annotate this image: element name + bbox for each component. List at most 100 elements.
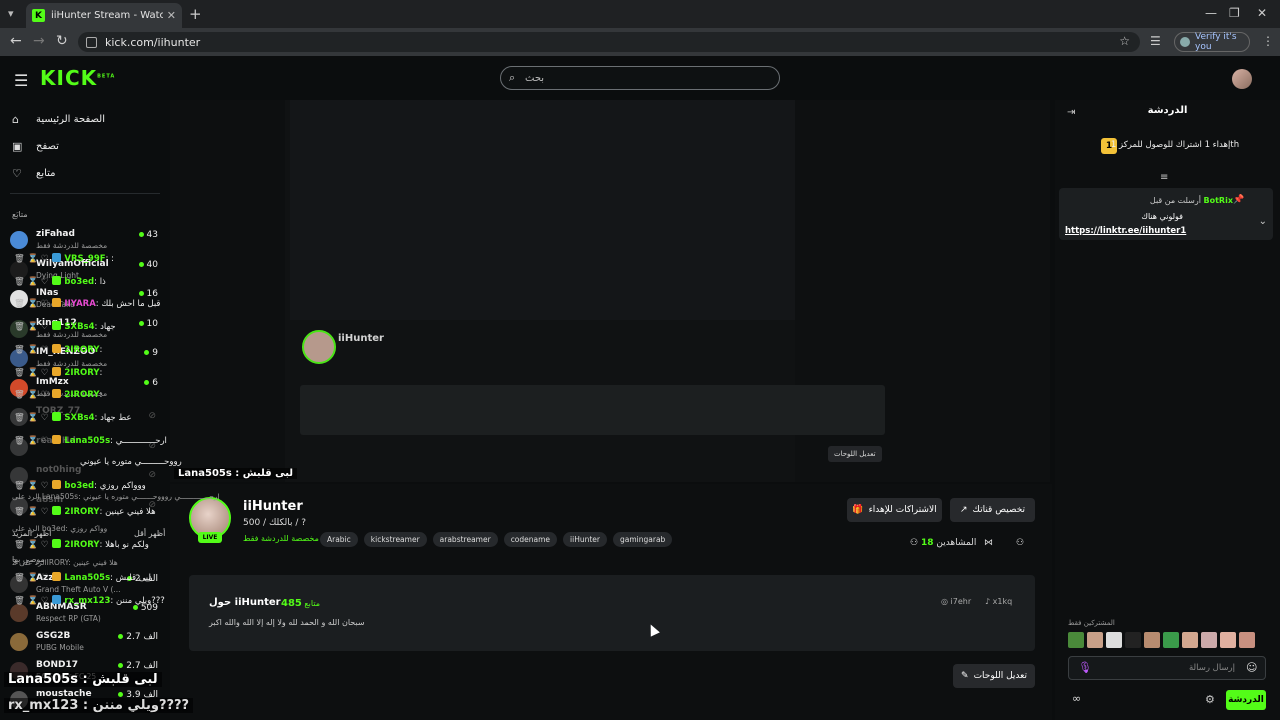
mod-actions-icon[interactable]: 🗑 ⌛ ♡	[14, 277, 48, 287]
tiktok-link[interactable]: ♪ x1kq	[985, 597, 1012, 606]
mod-actions-icon[interactable]: 🗑 ⌛ ♡	[14, 299, 48, 309]
tag[interactable]: iiHunter	[563, 532, 607, 547]
pinned-link[interactable]: https://linktr.ee/iihunter1	[1065, 226, 1186, 236]
chat-username[interactable]: VRS_99F	[64, 254, 105, 264]
chat-message[interactable]: 🗑 ⌛ ♡ Lana505s: ارحـــــــــــــي	[14, 434, 224, 449]
chat-username[interactable]: bo3ed	[64, 277, 94, 287]
emote[interactable]	[1144, 632, 1160, 648]
chat-message[interactable]: 🗑 ⌛ ♡ 2IRORY: هلا فيني عينين	[14, 506, 224, 520]
emote[interactable]	[1239, 632, 1255, 648]
minimize-icon[interactable]: —	[1205, 6, 1217, 20]
chat-username[interactable]: 2IRORY	[64, 345, 99, 355]
sidebar-item-home[interactable]: ⌂ الصفحة الرئيسية	[12, 113, 162, 126]
tag[interactable]: arabstreamer	[432, 532, 498, 547]
chat-message[interactable]: 🗑 ⌛ ♡ SXBs4: عط جهاد	[14, 411, 224, 426]
back-icon[interactable]: ←	[10, 33, 22, 49]
verify-profile-button[interactable]: Verify it's you	[1174, 32, 1250, 52]
tag[interactable]: codename	[503, 532, 558, 547]
chat-message[interactable]: 🗑 ⌛ ♡ rx_mx123: ويلي مننن???	[14, 595, 224, 609]
chat-message[interactable]: 🗑 ⌛ ♡ IIYARA: قبل ما احش بلك	[14, 298, 224, 312]
emote[interactable]	[1182, 632, 1198, 648]
tag[interactable]: kickstreamer	[363, 532, 427, 547]
chat-username[interactable]: IIYARA	[64, 299, 95, 309]
mod-actions-icon[interactable]: 🗑 ⌛ ♡	[14, 413, 48, 423]
emote[interactable]	[1087, 632, 1103, 648]
emote[interactable]	[1106, 632, 1122, 648]
chevron-down-icon[interactable]: ⌄	[1259, 216, 1267, 227]
tag[interactable]: gamingarab	[613, 532, 673, 547]
tag[interactable]: Arabic	[320, 532, 358, 547]
chat-message[interactable]: 🗑 ⌛ ♡ SXBs4: جهاد	[14, 321, 224, 335]
mod-actions-icon[interactable]: 🗑 ⌛ ♡	[14, 345, 48, 355]
chat-username[interactable]: SXBs4	[64, 413, 94, 423]
chat-username[interactable]: SXBs4	[64, 322, 94, 332]
forward-icon[interactable]: →	[33, 33, 45, 49]
mod-actions-icon[interactable]: 🗑 ⌛ ♡	[14, 254, 48, 264]
bookmark-star-icon[interactable]: ☆	[1119, 34, 1130, 48]
chat-message[interactable]: 🗑 ⌛ ♡ 2IRORY:	[14, 389, 224, 403]
emote[interactable]	[1068, 632, 1084, 648]
chat-message[interactable]: 🗑 ⌛ ♡ 2IRORY: ولكم نو باهلا	[14, 539, 224, 553]
close-tab-icon[interactable]: ✕	[167, 9, 176, 22]
expand-icon[interactable]: ≡	[1160, 172, 1168, 183]
chat-message[interactable]: 🗑 ⌛ ♡ 2IRORY:	[14, 366, 224, 381]
gift-subs-button[interactable]: 🎁 الاشتراكات للإهداء	[847, 498, 942, 522]
chat-input[interactable]: إرسال رسالة	[1068, 656, 1266, 680]
chat-message[interactable]: 🗑 ⌛ ♡ VRS_99F: :	[14, 253, 224, 267]
stream-video-player[interactable]: iiHunter تعديل اللوحات	[170, 100, 1050, 482]
stream-category[interactable]: مخصصة للدردشة فقط	[243, 534, 319, 543]
chat-username[interactable]: Lana505s	[64, 436, 110, 446]
kick-points-icon[interactable]: ∞	[1072, 692, 1081, 705]
recommended-channel-item[interactable]: GSG2B PUBG Mobile 2.7 الف	[10, 630, 160, 656]
chat-message[interactable]: 🗑 ⌛ ♡ Lana505s: لبى قلبش	[14, 572, 224, 586]
search-input[interactable]: بحث	[500, 66, 780, 90]
cast-icon[interactable]: ☰	[1150, 34, 1161, 48]
emoji-icon[interactable]: ☺	[1246, 661, 1257, 674]
chat-username[interactable]: bo3ed	[64, 481, 94, 491]
customize-channel-button[interactable]: ↗ تخصيص قناتك	[950, 498, 1035, 522]
browser-menu-icon[interactable]: ⋮	[1262, 34, 1274, 48]
site-info-icon[interactable]	[86, 36, 97, 48]
pin-icon[interactable]: 📌	[1233, 195, 1244, 205]
channel-name[interactable]: iiHunter	[243, 499, 303, 514]
reload-icon[interactable]: ↻	[56, 33, 68, 49]
hamburger-menu-icon[interactable]: ☰	[14, 71, 28, 90]
pinned-message[interactable]: أرسلت من قبل BotRix 📌 فولوني هناك https:…	[1059, 188, 1273, 240]
channel-category: Grand Theft Auto V (...	[36, 585, 121, 594]
url-text: kick.com/iihunter	[105, 35, 201, 49]
restore-icon[interactable]: ❐	[1229, 6, 1240, 20]
mod-actions-icon[interactable]: 🗑 ⌛ ♡	[14, 436, 48, 446]
emote[interactable]	[1125, 632, 1141, 648]
user-avatar[interactable]	[1232, 69, 1252, 89]
chat-username[interactable]: 2IRORY	[64, 368, 99, 378]
url-bar[interactable]: kick.com/iihunter ☆	[78, 32, 1140, 52]
chat-message[interactable]: 🗑 ⌛ ♡ 2IRORY:	[14, 343, 224, 358]
chat-message[interactable]: 🗑 ⌛ ♡ bo3ed: ذا	[14, 275, 224, 290]
new-tab-icon[interactable]: +	[189, 5, 202, 23]
emote[interactable]	[1201, 632, 1217, 648]
emote[interactable]	[1220, 632, 1236, 648]
send-chat-button[interactable]: الدردشة	[1226, 690, 1266, 710]
tab-search-icon[interactable]: ▾	[8, 7, 14, 20]
edit-panels-button[interactable]: ✎ تعديل اللوحات	[953, 664, 1035, 688]
mod-actions-icon[interactable]: 🗑 ⌛ ♡	[14, 390, 48, 400]
chat-settings-icon[interactable]: ⚙	[1205, 693, 1215, 706]
microphone-icon[interactable]: 🎙	[1078, 661, 1092, 674]
mod-actions-icon[interactable]: 🗑 ⌛ ♡	[14, 368, 48, 378]
window-close-icon[interactable]: ✕	[1257, 6, 1267, 20]
emote[interactable]	[1163, 632, 1179, 648]
instagram-link[interactable]: ◎ i7ehr	[941, 597, 971, 606]
emote-bar	[1068, 632, 1255, 648]
instagram-icon: ◎	[941, 597, 951, 606]
add-user-icon[interactable]: ⚇	[1016, 538, 1024, 548]
mod-actions-icon[interactable]: 🗑 ⌛ ♡	[14, 481, 48, 491]
show-less-button[interactable]: أظهر أقل	[134, 529, 165, 538]
mod-actions-icon[interactable]: 🗑 ⌛ ♡	[14, 322, 48, 332]
chat-username[interactable]: 2IRORY	[64, 390, 99, 400]
sidebar-item-following[interactable]: ♡ متابع	[12, 167, 162, 180]
sidebar-item-browse[interactable]: ▣ تصفح	[12, 140, 162, 153]
kick-logo[interactable]: KICKBETA	[40, 66, 115, 90]
browser-tab[interactable]: K iiHunter Stream - Watch Live o ✕	[26, 3, 182, 28]
share-icon[interactable]: ⋈	[984, 538, 993, 548]
sidebar-channel-item[interactable]: ziFahad مخصصة للدردشة فقط 43	[10, 228, 160, 254]
